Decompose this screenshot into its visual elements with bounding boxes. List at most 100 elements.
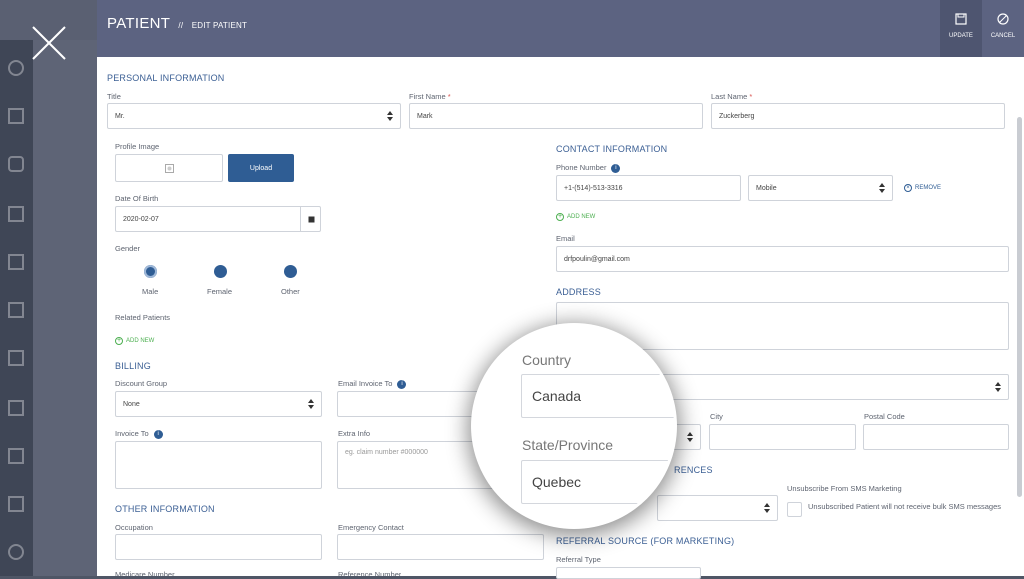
email-label: Email	[556, 234, 575, 243]
add-new-label: ADD NEW	[567, 214, 596, 220]
first-name-label: First Name *	[409, 92, 451, 101]
email-invoice-label: Email Invoice To i	[338, 379, 407, 389]
emergency-contact-input[interactable]	[337, 534, 544, 560]
documents-nav-icon	[8, 206, 24, 222]
referral-type-select[interactable]	[556, 567, 701, 579]
dob-input[interactable]: 2020-02-07	[115, 206, 321, 232]
last-name-input[interactable]: Zuckerberg	[711, 103, 1005, 129]
discount-group-value: None	[123, 400, 140, 408]
contact-section-title: CONTACT INFORMATION	[556, 144, 668, 154]
dob-label: Date Of Birth	[115, 194, 159, 203]
staff-nav-icon	[8, 400, 24, 416]
billing-nav-icon	[8, 254, 24, 270]
calendar-button[interactable]	[300, 206, 321, 232]
gender-female-label: Female	[207, 287, 233, 296]
medicare-label: Medicare Number	[115, 570, 175, 576]
phone-type-value: Mobile	[756, 184, 777, 192]
title-value: Mr.	[115, 112, 125, 120]
close-circle-icon: ×	[904, 184, 912, 192]
personal-section-title: PERSONAL INFORMATION	[107, 73, 225, 83]
remove-phone-button[interactable]: × REMOVE	[904, 184, 941, 192]
sms-unsubscribe-text: Unsubscribed Patient will not receive bu…	[808, 502, 1002, 511]
city-label: City	[710, 412, 723, 421]
patients-nav-icon	[8, 156, 24, 172]
invoice-to-textarea[interactable]	[115, 441, 322, 489]
preferences-section-title: RENCES	[674, 465, 713, 475]
title-text: PATIENT	[107, 15, 170, 32]
invoice-to-label: Invoice To i	[115, 429, 163, 439]
page-title: PATIENT // EDIT PATIENT	[107, 15, 247, 32]
email-value: drfpoulin@gmail.com	[564, 255, 630, 263]
extra-info-label: Extra Info	[338, 429, 371, 438]
gender-other-label: Other	[281, 287, 300, 296]
title-select[interactable]: Mr.	[107, 103, 401, 129]
add-phone-button[interactable]: + ADD NEW	[556, 213, 595, 221]
add-icon: +	[115, 337, 123, 345]
add-new-label: ADD NEW	[126, 338, 155, 344]
first-name-input[interactable]: Mark	[409, 103, 703, 129]
postal-code-label: Postal Code	[864, 412, 905, 421]
info-icon: i	[611, 163, 621, 173]
update-button[interactable]: UPDATE	[940, 0, 982, 57]
sms-unsubscribe-checkbox[interactable]	[787, 502, 802, 517]
upload-button[interactable]: Upload	[228, 154, 294, 182]
gender-radio-other[interactable]	[284, 265, 297, 278]
zoom-country-field: Canada	[521, 374, 674, 418]
zoom-state-label: State/Province	[522, 437, 614, 453]
title-label: Title	[107, 92, 121, 101]
zoom-country-value: Canada	[532, 388, 582, 404]
zoom-country-label: Country	[522, 352, 572, 368]
remove-label: REMOVE	[915, 185, 942, 191]
email-input[interactable]: drfpoulin@gmail.com	[556, 246, 1009, 272]
edit-patient-modal: PATIENT // EDIT PATIENT UPDATE CANCEL PE…	[97, 0, 1024, 579]
sms-unsubscribe-label: Unsubscribe From SMS Marketing	[787, 484, 902, 493]
city-input[interactable]	[709, 424, 856, 450]
zoom-state-field: Quebec	[521, 460, 674, 504]
billing-section-title: BILLING	[115, 361, 151, 371]
cancel-button[interactable]: CANCEL	[982, 0, 1024, 57]
cancel-label: CANCEL	[990, 33, 1016, 39]
last-name-value: Zuckerberg	[719, 112, 755, 120]
gender-label: Gender	[115, 244, 141, 253]
referral-type-label: Referral Type	[556, 555, 601, 564]
occupation-input[interactable]	[115, 534, 322, 560]
background-panel	[33, 0, 97, 576]
profile-image-box[interactable]	[115, 154, 223, 182]
emergency-contact-label: Emergency Contact	[338, 523, 404, 532]
update-label: UPDATE	[949, 33, 973, 39]
settings-nav-icon	[8, 544, 24, 560]
postal-code-input[interactable]	[863, 424, 1009, 450]
last-name-label: Last Name *	[711, 92, 753, 101]
calendar-icon	[308, 216, 314, 222]
referral-section-title: REFERRAL SOURCE (FOR MARKETING)	[556, 536, 735, 546]
address-section-title: ADDRESS	[556, 287, 601, 297]
scrollbar[interactable]	[1017, 117, 1022, 497]
discount-group-select[interactable]: None	[115, 391, 322, 417]
gender-radio-male[interactable]	[144, 265, 157, 278]
dob-value: 2020-02-07	[123, 215, 159, 223]
profile-image-label: Profile Image	[115, 142, 160, 151]
other-info-section-title: OTHER INFORMATION	[115, 504, 215, 514]
gender-male-label: Male	[142, 287, 159, 296]
info-icon: i	[153, 429, 163, 439]
mail-nav-icon	[8, 496, 24, 512]
cancel-icon	[997, 13, 1009, 25]
occupation-label: Occupation	[115, 523, 153, 532]
gender-radio-female[interactable]	[214, 265, 227, 278]
phone-input[interactable]: +1-(514)-513-3316	[556, 175, 741, 201]
phone-type-select[interactable]: Mobile	[748, 175, 893, 201]
app-sidebar	[0, 0, 33, 576]
extra-info-placeholder: eg. claim number #000000	[345, 449, 428, 456]
zoom-state-value: Quebec	[532, 474, 582, 490]
dashboard-icon	[8, 60, 24, 76]
country-select[interactable]	[657, 374, 1009, 400]
add-related-patient-button[interactable]: + ADD NEW	[115, 337, 154, 345]
close-icon[interactable]	[30, 24, 68, 62]
preferences-select[interactable]	[657, 495, 778, 521]
money-nav-icon	[8, 350, 24, 366]
related-patients-label: Related Patients	[115, 313, 171, 322]
phone-label: Phone Number i	[556, 163, 621, 173]
reference-label: Reference Number	[338, 570, 402, 576]
image-placeholder-icon	[164, 163, 174, 173]
phone-value: +1-(514)-513-3316	[564, 184, 623, 192]
